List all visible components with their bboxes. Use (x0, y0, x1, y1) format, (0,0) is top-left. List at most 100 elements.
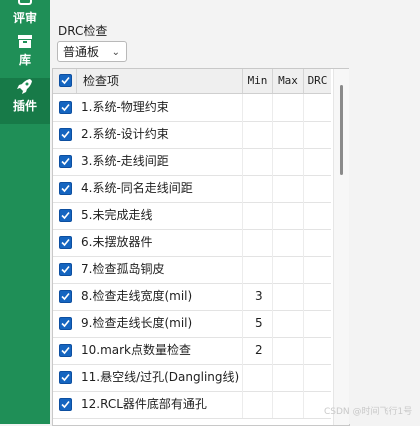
table-row[interactable]: 6.未摆放器件 (53, 229, 331, 257)
check-icon (61, 103, 70, 112)
drc-value-cell[interactable] (304, 202, 331, 229)
table-row[interactable]: 12.RCL器件底部有通孔 (53, 391, 331, 419)
check-item-name: 5.未完成走线 (77, 202, 243, 229)
column-header-drc[interactable]: DRC (304, 69, 331, 93)
drc-group-label: DRC检查 (58, 24, 108, 38)
table-row[interactable]: 1.系统-物理约束 (53, 94, 331, 122)
column-header-max[interactable]: Max (273, 69, 304, 93)
table-row[interactable]: 8.检查走线宽度(mil) 3 (53, 283, 331, 311)
check-icon (61, 76, 70, 85)
row-checkbox[interactable] (59, 317, 72, 330)
drc-value-cell[interactable] (304, 229, 331, 256)
min-value-cell[interactable] (243, 94, 273, 121)
check-item-name: 6.未摆放器件 (77, 229, 243, 256)
drc-value-cell[interactable] (304, 283, 331, 310)
check-icon (61, 319, 70, 328)
check-icon (61, 373, 70, 382)
max-value-cell[interactable] (273, 229, 304, 256)
row-checkbox-cell (53, 94, 77, 121)
max-value-cell[interactable] (273, 121, 304, 148)
row-checkbox[interactable] (59, 263, 72, 276)
row-checkbox-cell (53, 121, 77, 148)
check-icon (61, 157, 70, 166)
min-value-cell[interactable] (243, 202, 273, 229)
max-value-cell[interactable] (273, 175, 304, 202)
review-icon (18, 0, 32, 5)
drc-value-cell[interactable] (304, 148, 331, 175)
sidebar-item-label: 库 (18, 53, 31, 67)
drc-value-cell[interactable] (304, 175, 331, 202)
sidebar-item-label: 评审 (12, 11, 37, 25)
sidebar-item-plugin[interactable]: 插件 (0, 78, 50, 124)
max-value-cell[interactable] (273, 310, 304, 337)
row-checkbox[interactable] (59, 209, 72, 222)
drc-value-cell[interactable] (304, 310, 331, 337)
select-all-checkbox[interactable] (59, 74, 72, 87)
row-checkbox-cell (53, 310, 77, 337)
row-checkbox[interactable] (59, 344, 72, 357)
min-value-cell[interactable]: 5 (243, 310, 273, 337)
library-icon (18, 35, 32, 48)
row-checkbox[interactable] (59, 398, 72, 411)
row-checkbox-cell (53, 256, 77, 283)
check-icon (61, 130, 70, 139)
table-row[interactable]: 5.未完成走线 (53, 202, 331, 230)
min-value-cell[interactable] (243, 391, 273, 418)
row-checkbox-cell (53, 391, 77, 418)
drc-value-cell[interactable] (304, 94, 331, 121)
min-value-cell[interactable] (243, 256, 273, 283)
drc-value-cell[interactable] (304, 364, 331, 391)
max-value-cell[interactable] (273, 202, 304, 229)
table-row[interactable]: 2.系统-设计约束 (53, 121, 331, 149)
row-checkbox[interactable] (59, 155, 72, 168)
table-row[interactable]: 7.检查孤岛铜皮 (53, 256, 331, 284)
min-value-cell[interactable] (243, 229, 273, 256)
check-item-name: 11.悬空线/过孔(Dangling线) (77, 364, 243, 391)
min-value-cell[interactable]: 3 (243, 283, 273, 310)
check-icon (61, 184, 70, 193)
table-header: 检查项 Min Max DRC (53, 69, 331, 94)
table-row[interactable]: 4.系统-同名走线间距 (53, 175, 331, 203)
check-item-name: 10.mark点数量检查 (77, 337, 243, 364)
row-checkbox[interactable] (59, 182, 72, 195)
row-checkbox[interactable] (59, 101, 72, 114)
table-row[interactable]: 10.mark点数量检查 2 (53, 337, 331, 365)
max-value-cell[interactable] (273, 337, 304, 364)
scrollbar-thumb[interactable] (340, 85, 343, 175)
max-value-cell[interactable] (273, 391, 304, 418)
column-header-min[interactable]: Min (243, 69, 273, 93)
sidebar-item-library[interactable]: 库 (0, 32, 50, 78)
sidebar-item-review[interactable]: 评审 (0, 0, 50, 36)
table-row[interactable]: 9.检查走线长度(mil) 5 (53, 310, 331, 338)
column-header-name[interactable]: 检查项 (77, 69, 243, 93)
check-icon (61, 400, 70, 409)
max-value-cell[interactable] (273, 148, 304, 175)
table-row[interactable]: 3.系统-走线间距 (53, 148, 331, 176)
row-checkbox[interactable] (59, 236, 72, 249)
max-value-cell[interactable] (273, 256, 304, 283)
watermark: CSDN @时间飞行1号 (324, 407, 413, 417)
vertical-scrollbar[interactable] (333, 69, 349, 425)
max-value-cell[interactable] (273, 364, 304, 391)
row-checkbox-cell (53, 229, 77, 256)
drc-value-cell[interactable] (304, 337, 331, 364)
rocket-plugin-icon (17, 79, 32, 94)
preset-select[interactable]: 普通板 ⌄ (57, 41, 127, 62)
check-item-name: 1.系统-物理约束 (77, 94, 243, 121)
drc-value-cell[interactable] (304, 121, 331, 148)
sidebar-item-label: 插件 (12, 99, 37, 113)
max-value-cell[interactable] (273, 283, 304, 310)
min-value-cell[interactable]: 2 (243, 337, 273, 364)
row-checkbox[interactable] (59, 371, 72, 384)
min-value-cell[interactable] (243, 175, 273, 202)
row-checkbox[interactable] (59, 290, 72, 303)
max-value-cell[interactable] (273, 94, 304, 121)
table-row[interactable]: 11.悬空线/过孔(Dangling线) (53, 364, 331, 392)
min-value-cell[interactable] (243, 121, 273, 148)
drc-value-cell[interactable] (304, 256, 331, 283)
row-checkbox[interactable] (59, 128, 72, 141)
min-value-cell[interactable] (243, 148, 273, 175)
check-item-name: 7.检查孤岛铜皮 (77, 256, 243, 283)
preset-select-value: 普通板 (63, 45, 100, 59)
min-value-cell[interactable] (243, 364, 273, 391)
